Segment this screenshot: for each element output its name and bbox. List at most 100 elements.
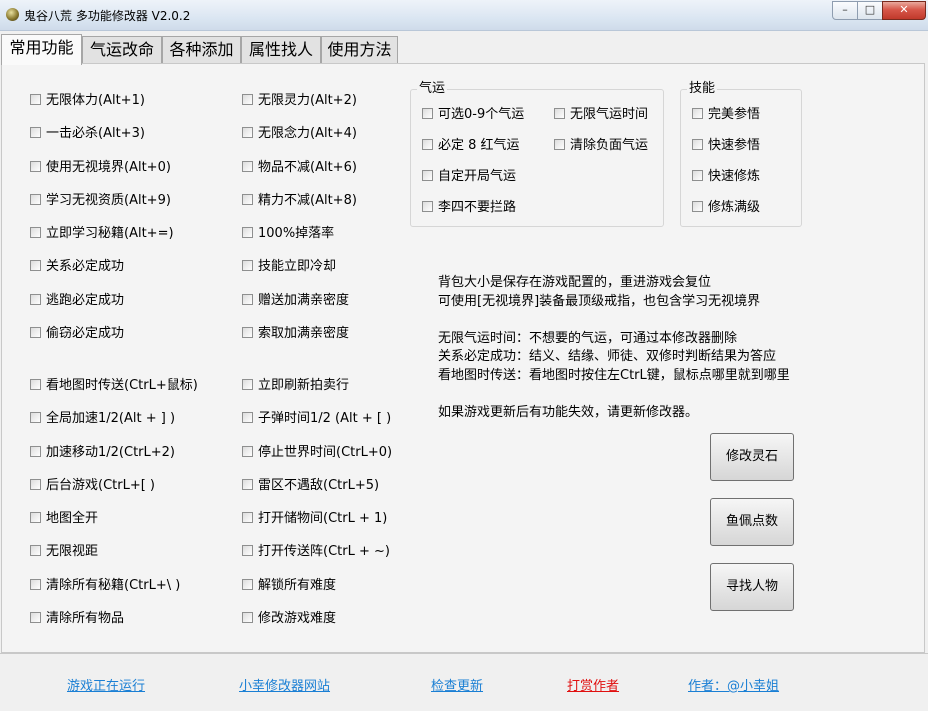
checkbox-box[interactable] xyxy=(242,379,253,390)
checkbox-relation-success[interactable]: 关系必定成功 xyxy=(30,259,124,275)
checkbox-instant-learn[interactable]: 立即学习秘籍(Alt+=) xyxy=(30,226,174,242)
checkbox-box[interactable] xyxy=(242,194,253,205)
checkbox-skill-cooldown[interactable]: 技能立即冷却 xyxy=(242,259,336,275)
checkbox-request-intimacy[interactable]: 索取加满亲密度 xyxy=(242,326,349,342)
author-link[interactable]: 作者：@小幸姐 xyxy=(688,675,779,694)
checkbox-full-drop-rate[interactable]: 100%掉落率 xyxy=(242,226,334,242)
checkbox-box[interactable] xyxy=(692,170,703,181)
website-link[interactable]: 小幸修改器网站 xyxy=(239,675,330,694)
checkbox-clear-items[interactable]: 清除所有物品 xyxy=(30,611,124,627)
checkbox-box[interactable] xyxy=(242,227,253,238)
checkbox-box[interactable] xyxy=(242,412,253,423)
checkbox-box[interactable] xyxy=(242,579,253,590)
tab-fortune[interactable]: 气运改命 xyxy=(82,36,162,64)
checkbox-global-speed[interactable]: 全局加速1/2(Alt + ] ) xyxy=(30,411,175,427)
checkbox-infinite-mind[interactable]: 无限念力(Alt+4) xyxy=(242,126,357,142)
checkbox-ignore-realm[interactable]: 使用无视境界(Alt+0) xyxy=(30,160,171,176)
find-person-button[interactable]: 寻找人物 xyxy=(710,563,794,611)
donate-author-link[interactable]: 打赏作者 xyxy=(567,675,619,694)
checkbox-box[interactable] xyxy=(30,161,41,172)
checkbox-box[interactable] xyxy=(30,512,41,523)
checkbox-refresh-auction[interactable]: 立即刷新拍卖行 xyxy=(242,378,349,394)
checkbox-box[interactable] xyxy=(30,294,41,305)
checkbox-box[interactable] xyxy=(692,139,703,150)
checkbox-box[interactable] xyxy=(422,170,433,181)
checkbox-li-si-no-block[interactable]: 李四不要拦路 xyxy=(422,200,516,216)
checkbox-background-game[interactable]: 后台游戏(CtrL+[ ) xyxy=(30,478,155,494)
checkbox-box[interactable] xyxy=(30,379,41,390)
checkbox-clear-manuals[interactable]: 清除所有秘籍(CtrL+\ ) xyxy=(30,578,180,594)
checkbox-box[interactable] xyxy=(242,161,253,172)
checkbox-gift-intimacy[interactable]: 赠送加满亲密度 xyxy=(242,293,349,309)
tab-find-people[interactable]: 属性找人 xyxy=(241,36,321,64)
checkbox-ignore-aptitude[interactable]: 学习无视资质(Alt+9) xyxy=(30,193,171,209)
checkbox-box[interactable] xyxy=(30,327,41,338)
modify-spirit-stone-button[interactable]: 修改灵石 xyxy=(710,433,794,481)
checkbox-clear-negative-fortune[interactable]: 清除负面气运 xyxy=(554,138,648,154)
checkbox-no-encounter[interactable]: 雷区不遇敌(CtrL+5) xyxy=(242,478,379,494)
checkbox-modify-difficulty[interactable]: 修改游戏难度 xyxy=(242,611,336,627)
checkbox-energy-no-decrease[interactable]: 精力不减(Alt+8) xyxy=(242,193,357,209)
checkbox-box[interactable] xyxy=(30,194,41,205)
checkbox-eight-red-fortune[interactable]: 必定 8 红气运 xyxy=(422,138,520,154)
checkbox-box[interactable] xyxy=(554,139,565,150)
minimize-button[interactable]: – xyxy=(832,1,858,20)
checkbox-choose-fortune[interactable]: 可选0-9个气运 xyxy=(422,107,524,123)
checkbox-items-no-decrease[interactable]: 物品不减(Alt+6) xyxy=(242,160,357,176)
checkbox-map-teleport[interactable]: 看地图时传送(CtrL+鼠标) xyxy=(30,378,198,394)
checkbox-max-cultivate[interactable]: 修炼满级 xyxy=(692,200,760,216)
checkbox-fast-comprehend[interactable]: 快速参悟 xyxy=(692,138,760,154)
checkbox-infinite-fortune-time[interactable]: 无限气运时间 xyxy=(554,107,648,123)
close-button[interactable]: ✕ xyxy=(882,1,926,20)
checkbox-box[interactable] xyxy=(554,108,565,119)
checkbox-unlock-difficulty[interactable]: 解锁所有难度 xyxy=(242,578,336,594)
tab-common[interactable]: 常用功能 xyxy=(1,34,82,65)
game-status-link[interactable]: 游戏正在运行 xyxy=(67,675,145,694)
checkbox-open-storage[interactable]: 打开储物间(CtrL + 1) xyxy=(242,511,387,527)
checkbox-move-speed[interactable]: 加速移动1/2(CtrL+2) xyxy=(30,445,175,461)
checkbox-infinite-spirit[interactable]: 无限灵力(Alt+2) xyxy=(242,93,357,109)
checkbox-box[interactable] xyxy=(242,612,253,623)
checkbox-box[interactable] xyxy=(30,545,41,556)
checkbox-box[interactable] xyxy=(692,108,703,119)
checkbox-stop-world-time[interactable]: 停止世界时间(CtrL+0) xyxy=(242,445,392,461)
checkbox-box[interactable] xyxy=(30,446,41,457)
checkbox-box[interactable] xyxy=(242,327,253,338)
checkbox-box[interactable] xyxy=(242,545,253,556)
checkbox-infinite-stamina[interactable]: 无限体力(Alt+1) xyxy=(30,93,145,109)
checkbox-box[interactable] xyxy=(242,260,253,271)
checkbox-box[interactable] xyxy=(422,139,433,150)
checkbox-box[interactable] xyxy=(242,512,253,523)
checkbox-perfect-comprehend[interactable]: 完美参悟 xyxy=(692,107,760,123)
checkbox-box[interactable] xyxy=(30,579,41,590)
checkbox-escape-success[interactable]: 逃跑必定成功 xyxy=(30,293,124,309)
checkbox-box[interactable] xyxy=(30,612,41,623)
checkbox-box[interactable] xyxy=(242,446,253,457)
checkbox-bullet-time[interactable]: 子弹时间1/2 (Alt + [ ) xyxy=(242,411,391,427)
checkbox-open-teleport[interactable]: 打开传送阵(CtrL + ~) xyxy=(242,544,390,560)
checkbox-box[interactable] xyxy=(30,127,41,138)
checkbox-one-hit-kill[interactable]: 一击必杀(Alt+3) xyxy=(30,126,145,142)
tab-usage[interactable]: 使用方法 xyxy=(321,36,398,64)
checkbox-custom-start-fortune[interactable]: 自定开局气运 xyxy=(422,169,516,185)
checkbox-box[interactable] xyxy=(242,479,253,490)
checkbox-map-reveal[interactable]: 地图全开 xyxy=(30,511,98,527)
checkbox-fast-cultivate[interactable]: 快速修炼 xyxy=(692,169,760,185)
checkbox-box[interactable] xyxy=(422,108,433,119)
checkbox-box[interactable] xyxy=(242,94,253,105)
checkbox-box[interactable] xyxy=(692,201,703,212)
checkbox-box[interactable] xyxy=(30,227,41,238)
checkbox-box[interactable] xyxy=(422,201,433,212)
fish-pendant-points-button[interactable]: 鱼佩点数 xyxy=(710,498,794,546)
checkbox-box[interactable] xyxy=(242,294,253,305)
maximize-button[interactable]: □ xyxy=(857,1,883,20)
checkbox-infinite-view[interactable]: 无限视距 xyxy=(30,544,98,560)
checkbox-box[interactable] xyxy=(30,479,41,490)
tab-add-items[interactable]: 各种添加 xyxy=(162,36,241,64)
checkbox-steal-success[interactable]: 偷窃必定成功 xyxy=(30,326,124,342)
checkbox-box[interactable] xyxy=(30,260,41,271)
checkbox-box[interactable] xyxy=(242,127,253,138)
checkbox-box[interactable] xyxy=(30,412,41,423)
check-update-link[interactable]: 检查更新 xyxy=(431,675,483,694)
checkbox-box[interactable] xyxy=(30,94,41,105)
